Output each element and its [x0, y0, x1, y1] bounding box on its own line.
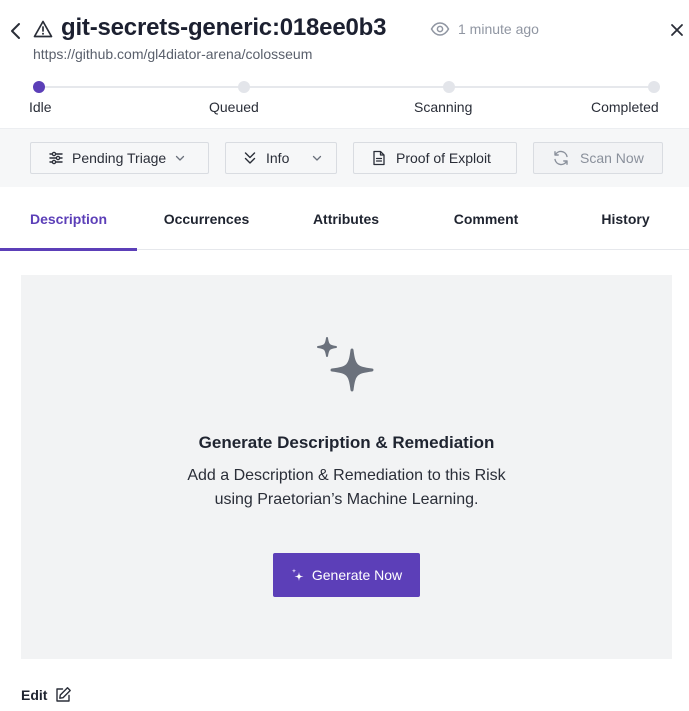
step-dot-queued — [238, 81, 250, 93]
step-label-idle: Idle — [29, 99, 52, 115]
step-dot-idle — [33, 81, 45, 93]
risk-toolbar: Pending Triage Info Proof of Exploit Sca… — [0, 128, 689, 187]
tab-occurrences[interactable]: Occurrences — [137, 187, 276, 250]
proof-of-exploit-button[interactable]: Proof of Exploit — [353, 142, 517, 174]
sliders-icon — [49, 151, 63, 165]
step-label-completed: Completed — [591, 99, 659, 115]
chevron-down-icon — [313, 155, 322, 161]
chevron-left-icon[interactable] — [8, 22, 24, 40]
status-dropdown-label: Pending Triage — [72, 150, 167, 166]
step-dot-completed — [648, 81, 660, 93]
eye-icon[interactable] — [430, 21, 450, 37]
edit-description-button[interactable]: Edit — [21, 686, 72, 704]
sparkles-icon — [317, 337, 374, 392]
risk-source-url[interactable]: https://github.com/gl4diator-arena/colos… — [33, 46, 312, 62]
risk-header: git-secrets-generic:018ee0b3 1 minute ag… — [0, 0, 689, 128]
step-label-queued: Queued — [209, 99, 259, 115]
severity-dropdown-label: Info — [266, 150, 290, 166]
refresh-icon — [554, 150, 568, 166]
tab-attributes[interactable]: Attributes — [276, 187, 416, 250]
step-label-scanning: Scanning — [414, 99, 473, 115]
edit-pencil-icon — [56, 687, 72, 702]
step-dot-scanning — [443, 81, 455, 93]
warning-triangle-icon — [33, 20, 53, 38]
description-empty-state: Generate Description & Remediation Add a… — [21, 275, 672, 659]
generate-now-label: Generate Now — [311, 567, 403, 583]
empty-state-text-line-1: Add a Description & Remediation to this … — [187, 467, 506, 484]
empty-state-title: Generate Description & Remediation — [198, 433, 495, 452]
scan-now-label: Scan Now — [580, 150, 644, 166]
generate-now-button[interactable]: Generate Now — [273, 553, 420, 597]
double-chevron-down-icon — [244, 152, 256, 164]
last-updated-timestamp: 1 minute ago — [458, 21, 539, 37]
tab-history[interactable]: History — [556, 187, 689, 250]
proof-of-exploit-label: Proof of Exploit — [396, 150, 491, 166]
chevron-down-icon — [176, 155, 185, 161]
tab-comment[interactable]: Comment — [416, 187, 556, 250]
page-title: git-secrets-generic:018ee0b3 — [61, 14, 387, 41]
edit-label: Edit — [21, 687, 48, 703]
progress-track — [39, 86, 654, 88]
close-icon[interactable] — [669, 22, 685, 38]
scan-now-button[interactable]: Scan Now — [533, 142, 663, 174]
sparkles-icon — [291, 568, 304, 581]
tab-description[interactable]: Description — [0, 187, 137, 251]
empty-state-text-line-2: using Praetorian’s Machine Learning. — [214, 491, 479, 508]
risk-tabs: Description Occurrences Attributes Comme… — [0, 187, 689, 251]
document-icon — [373, 150, 385, 166]
severity-dropdown[interactable]: Info — [225, 142, 337, 174]
status-dropdown[interactable]: Pending Triage — [30, 142, 209, 174]
